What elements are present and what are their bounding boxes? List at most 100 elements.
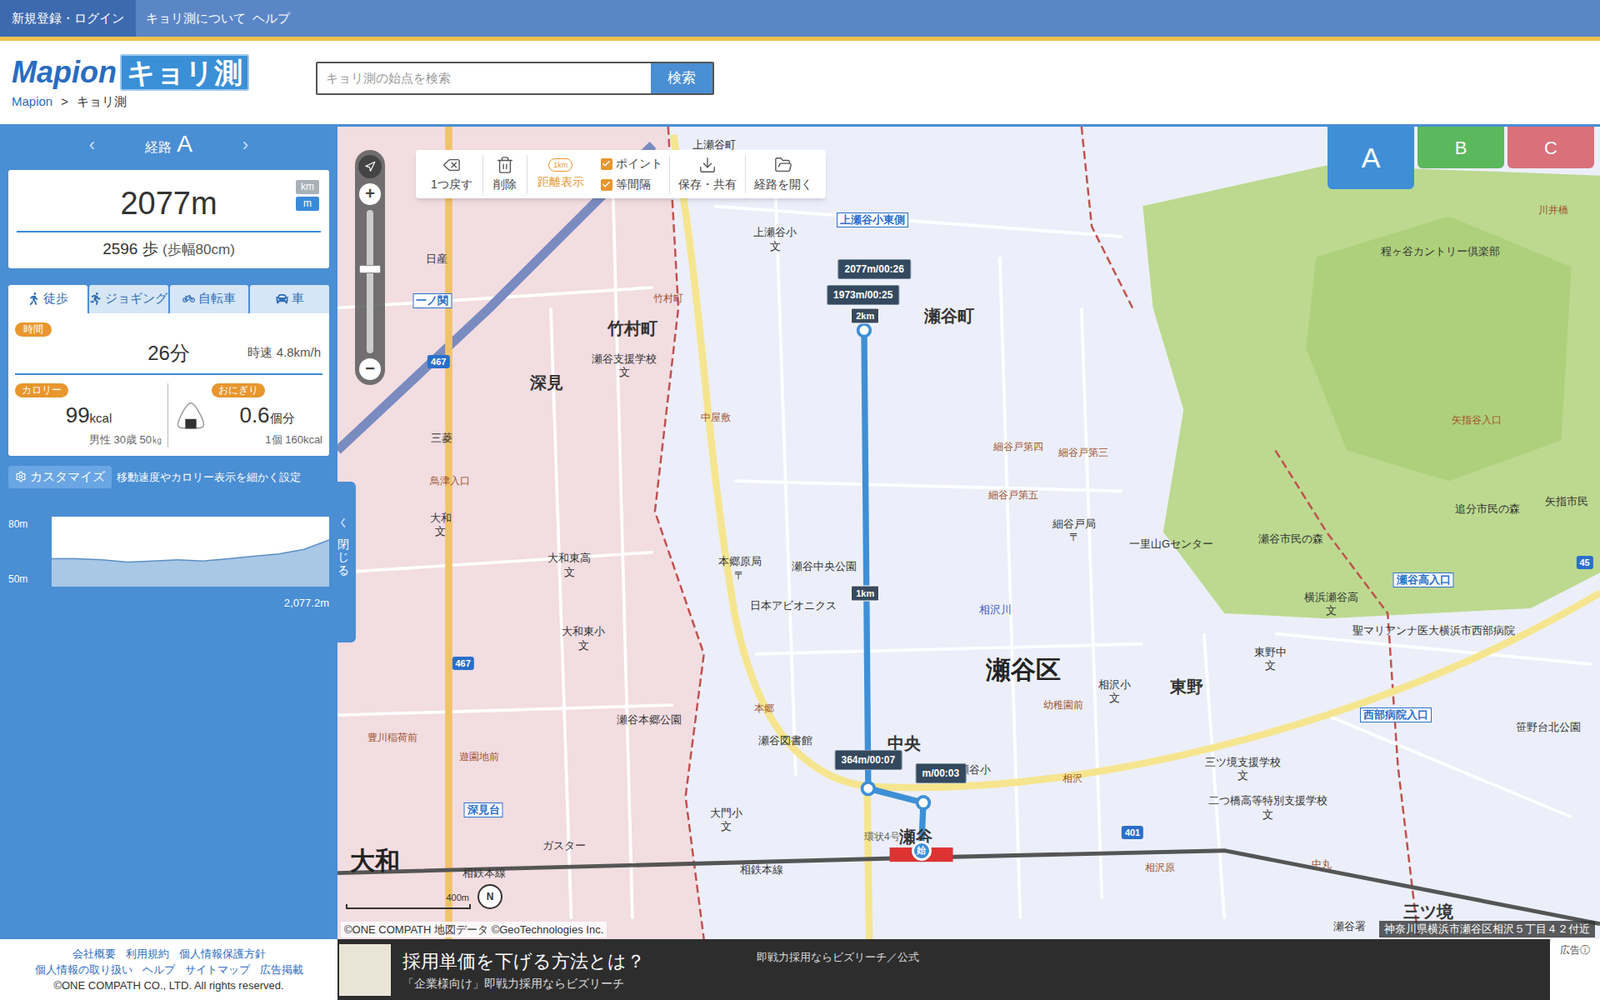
map-label: 矢指市民 — [1545, 493, 1589, 510]
tick-label: 50m — [8, 571, 52, 587]
top-link[interactable]: 新規登録・ログイン — [0, 0, 136, 37]
ad-label[interactable]: 広告ⓘ — [1560, 942, 1590, 958]
option-checkbox[interactable]: 等間隔 — [600, 175, 663, 194]
map-label: 401 — [1121, 825, 1144, 840]
route-tab[interactable]: C — [1507, 126, 1595, 169]
footer-link[interactable]: 個人情報保護方針 — [179, 945, 266, 962]
map-symbol: 文 — [1265, 660, 1276, 673]
mode-tab[interactable]: 車 — [250, 285, 330, 314]
locate-icon — [364, 160, 376, 173]
route-tab[interactable]: A — [1327, 126, 1415, 190]
header: Mapionキョリ測Mapion>キョリ測検索 — [0, 40, 1600, 125]
zoom-in-button[interactable]: + — [359, 183, 381, 205]
footer-link[interactable]: 利用規約 — [125, 945, 170, 962]
map-label: 三菱 — [430, 430, 453, 447]
toolbar-icon — [774, 155, 793, 175]
top-link[interactable]: ヘルプ — [249, 0, 294, 37]
start-marker[interactable]: 始 — [911, 840, 932, 861]
map-label: 45 — [1576, 555, 1594, 570]
map-label: ガスター — [542, 837, 586, 855]
map-label: 追分市民の森 — [1455, 501, 1520, 519]
map-label: 豊川稲荷前 — [367, 730, 418, 745]
map-label: 瀬谷町 — [924, 303, 975, 329]
mode-icon — [89, 292, 102, 305]
zoom-out-button[interactable]: − — [359, 358, 381, 380]
footer-link[interactable]: ヘルプ — [142, 961, 175, 978]
check-icon — [601, 180, 611, 190]
map[interactable]: 上瀬谷町上瀬谷小東側上瀬谷小文竹村町瀬谷町深見瀬谷支援学校文竹村町中屋敷一ノ関日… — [337, 126, 1600, 940]
collapse-tab[interactable]: く閉じる — [330, 481, 356, 643]
map-label: 細谷戸第五 — [988, 487, 1039, 503]
distance-display-button[interactable]: 1km距離表示 — [527, 155, 595, 194]
mode-icon — [182, 292, 195, 305]
map-scale: 400mN — [345, 884, 503, 910]
speed: 時速 4.8km/h — [247, 343, 321, 363]
route-point-label: 364m/00:07 — [835, 750, 903, 770]
prev-route-button[interactable]: ‹ — [89, 130, 95, 159]
map-label: 本郷 — [754, 700, 775, 716]
customize-note: 移動速度やカロリー表示を細かく設定 — [116, 469, 301, 486]
route-tab[interactable]: B — [1417, 126, 1505, 169]
ad-banner[interactable]: 採用単価を下げる方法とは？「企業様向け」即戦力採用ならビズリーチ即戦力採用ならビ… — [337, 939, 1550, 1000]
toolbar-button[interactable]: 保存・共有 — [670, 155, 746, 194]
checkbox[interactable] — [600, 158, 613, 170]
mode-tab[interactable]: 自転車 — [170, 285, 250, 314]
map-symbol: 〒 — [1069, 532, 1080, 545]
app: 新規登録・ログインキョリ測についてヘルプMapionキョリ測Mapion>キョリ… — [0, 0, 1600, 1000]
toolbar-button[interactable]: 経路を開く — [745, 155, 821, 194]
toolbar-button[interactable]: 1つ戻す — [420, 155, 484, 194]
calorie-note: 男性 30歳 50㎏ — [15, 431, 163, 449]
breadcrumb-link[interactable]: Mapion — [11, 92, 53, 112]
toolbar-button[interactable]: 削除 — [483, 155, 528, 194]
calorie-value: 99kcal — [15, 399, 163, 432]
map-label: 三ツ境支援学校文 — [1205, 754, 1281, 783]
distance-bubble-icon: 1km — [548, 158, 573, 172]
mode-tab[interactable]: ジョギング — [89, 285, 169, 314]
onigiri-icon — [175, 400, 207, 432]
footer: 会社概要利用規約個人情報保護方針個人情報の取り扱いヘルプサイトマップ広告掲載©O… — [0, 939, 1600, 1000]
search-button[interactable]: 検索 — [650, 63, 713, 94]
unit-button[interactable]: m — [295, 196, 320, 211]
unit-toggle: kmm — [295, 180, 320, 211]
map-label: 環状4号 — [864, 831, 875, 843]
map-label: 相沢小文 — [1098, 676, 1131, 705]
map-label: 相沢川 — [979, 602, 1012, 620]
compass: N — [477, 884, 503, 910]
footer-link[interactable]: 広告掲載 — [260, 961, 304, 978]
checkbox[interactable] — [600, 179, 613, 191]
customize-button[interactable]: カスタマイズ — [8, 465, 112, 489]
map-label: 矢指谷入口 — [1451, 412, 1502, 428]
search-input[interactable] — [317, 63, 651, 94]
route-point-label: m/00:03 — [915, 763, 966, 784]
unit-button[interactable]: km — [295, 180, 320, 195]
map-label: 竹村町 — [653, 290, 684, 306]
map-label: 上瀬谷小文 — [753, 225, 797, 254]
breadcrumb: Mapion>キョリ測 — [11, 92, 250, 112]
footer-link[interactable]: サイトマップ — [185, 961, 250, 978]
map-toolbar: 1つ戻す削除1km距離表示ポイント等間隔保存・共有経路を開く — [415, 150, 826, 199]
toolbar-icon — [495, 155, 515, 175]
locate-button[interactable] — [358, 155, 382, 179]
zoom-handle[interactable] — [359, 265, 381, 274]
map-label: 相鉄本線 — [462, 865, 506, 882]
distance-value: 2077m — [120, 180, 217, 228]
footer-link[interactable]: 個人情報の取り扱い — [35, 961, 133, 978]
map-label: 日本アビオニクス — [750, 598, 837, 615]
map-label: 深見台 — [464, 802, 504, 818]
next-route-button[interactable]: › — [242, 130, 249, 159]
map-symbol: 文 — [770, 240, 781, 253]
stats-panel: 時間26分時速 4.8km/hカロリー99kcal男性 30歳 50㎏おにぎり0… — [8, 313, 330, 457]
zoom-slider[interactable] — [366, 210, 374, 354]
mode-tab[interactable]: 徒歩 — [8, 285, 88, 314]
top-link[interactable]: キョリ測について — [142, 0, 250, 37]
main: ‹経路A›2077mkmm2596 歩 (歩幅80cm)徒歩ジョギング自転車車時… — [0, 124, 1600, 940]
option-checkbox[interactable]: ポイント — [600, 155, 663, 173]
map-drawing — [337, 126, 1600, 940]
map-label: 笹野台北公園 — [1515, 719, 1581, 736]
footer-link[interactable]: 会社概要 — [72, 945, 116, 962]
map-symbol: 文 — [1109, 693, 1120, 705]
map-label: 竹村町 — [607, 315, 658, 341]
map-label: 大和 — [350, 840, 400, 879]
map-label: 川井橋 — [1538, 202, 1569, 218]
toolbar-icon — [442, 155, 461, 175]
